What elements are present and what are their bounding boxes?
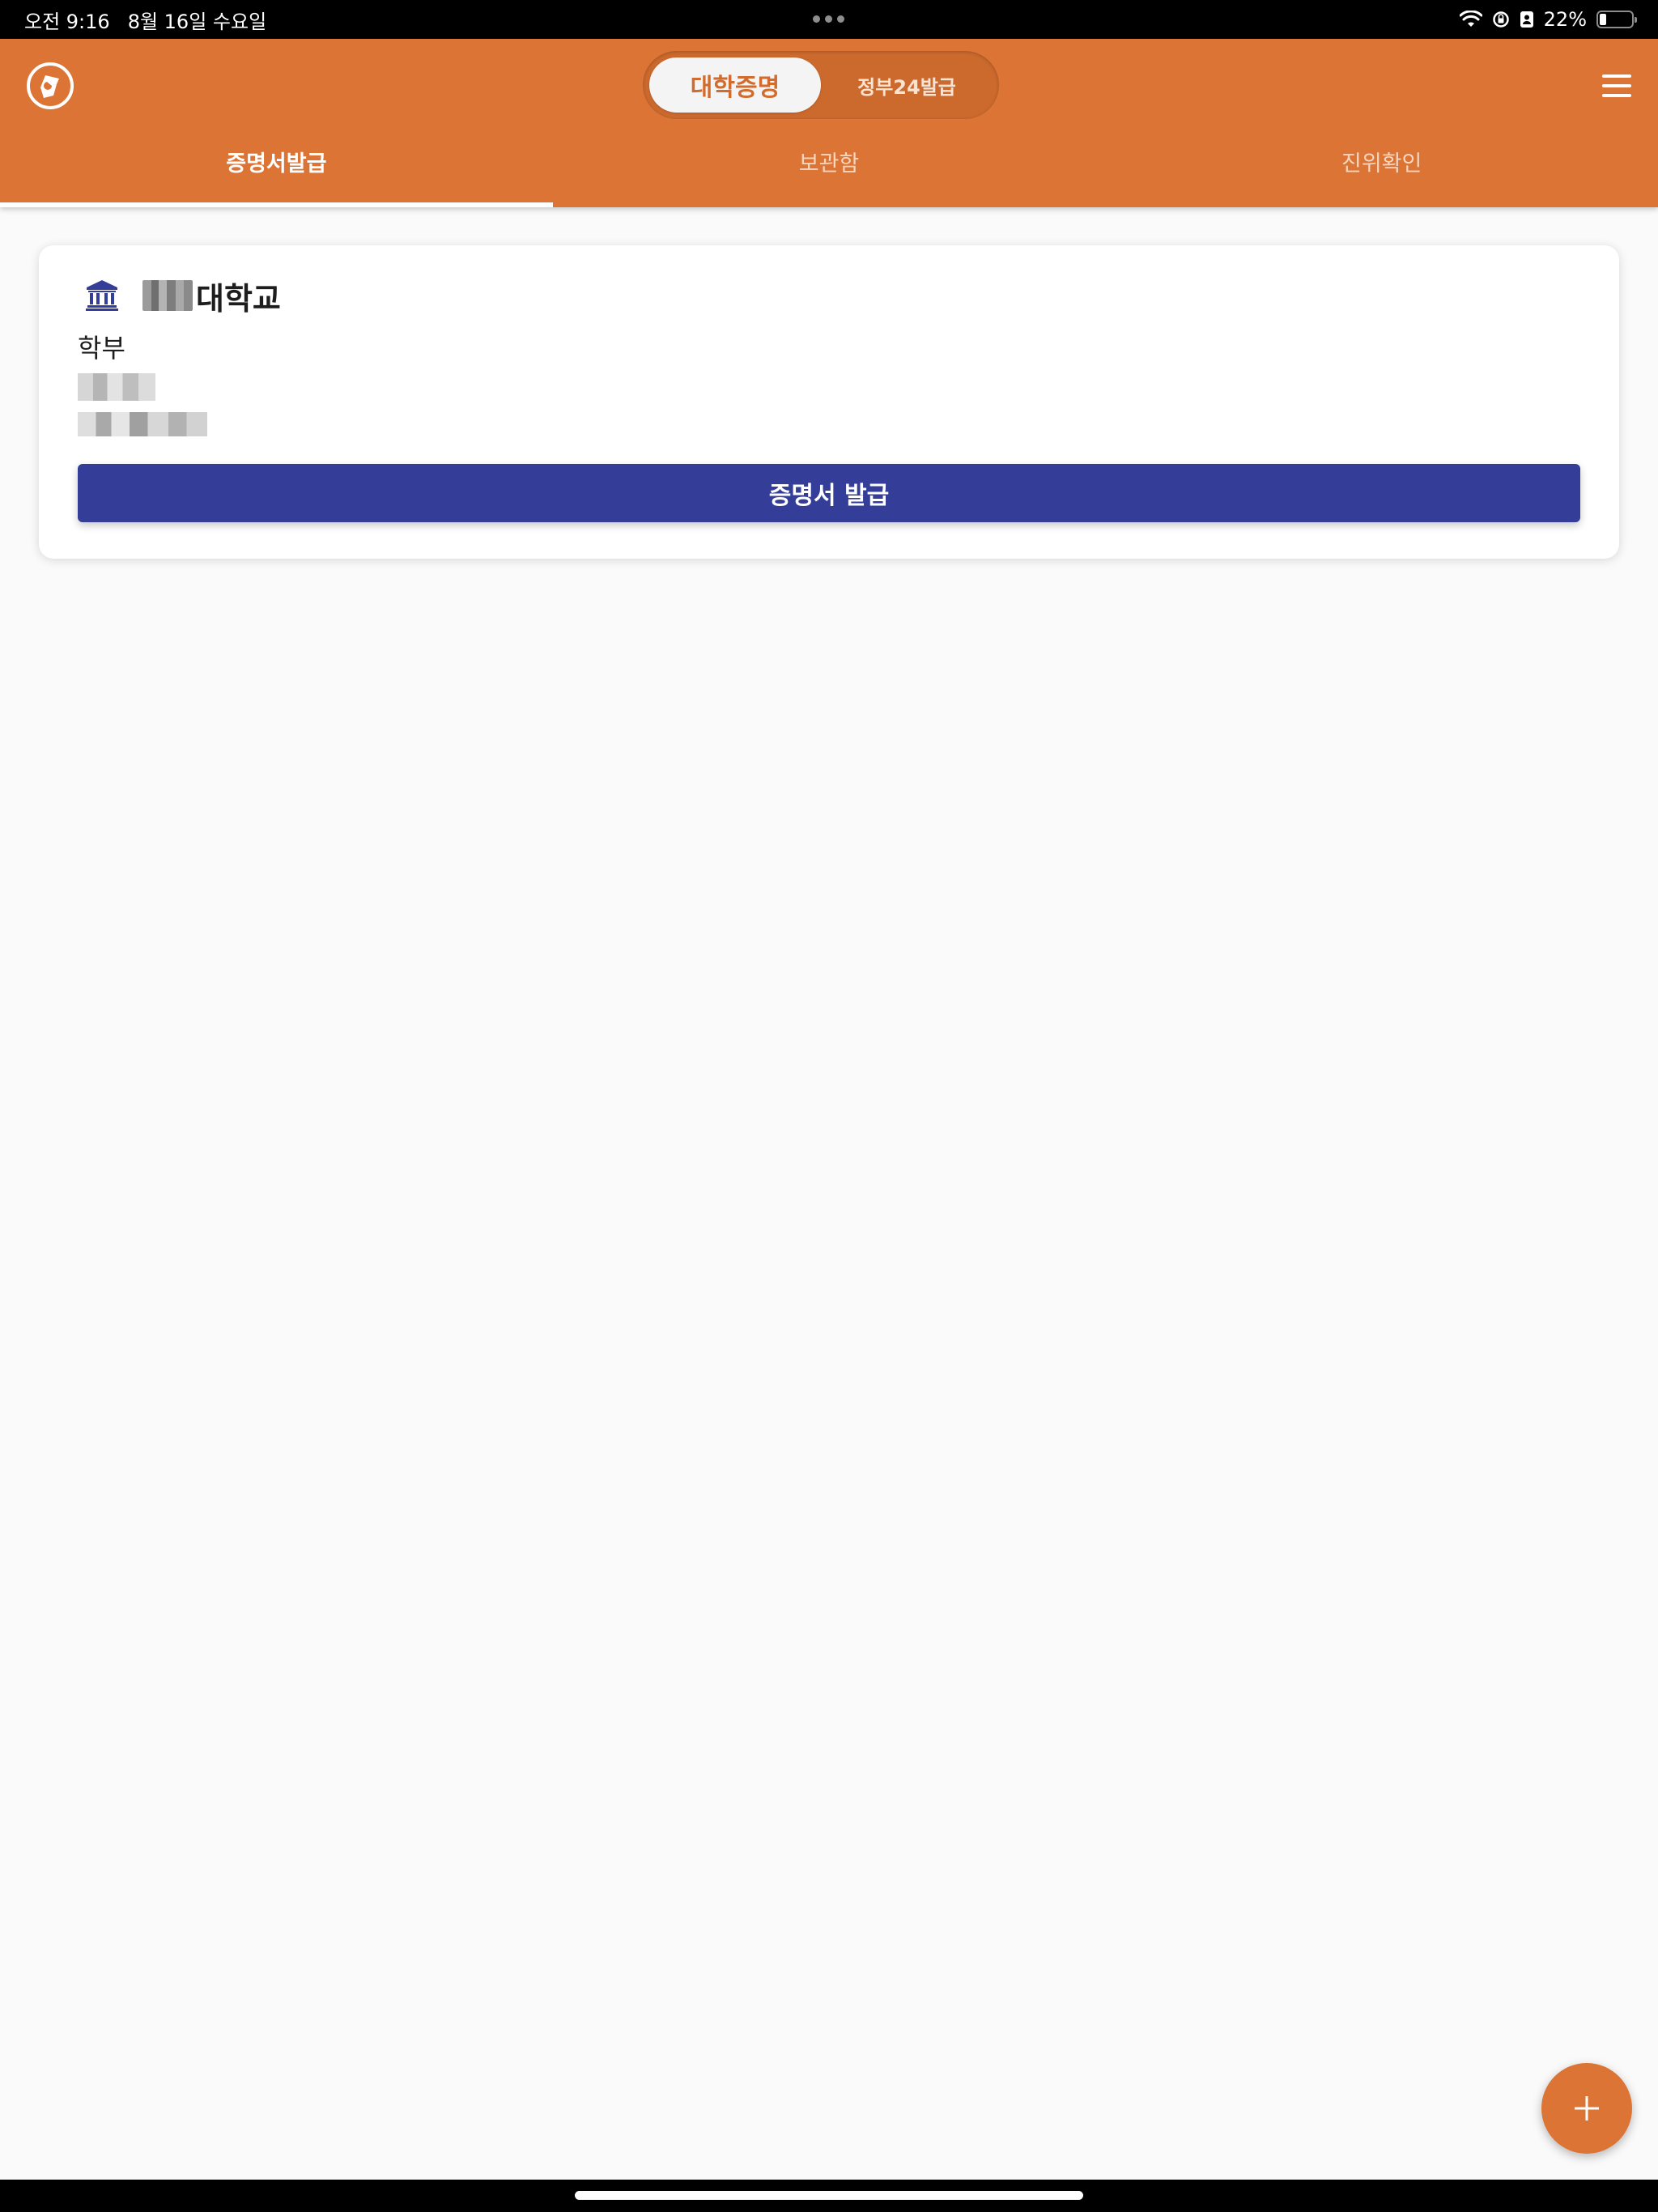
service-switch: 대학증명 정부24발급	[643, 51, 999, 119]
multitasking-dots-icon[interactable]	[813, 15, 844, 23]
issue-certificate-button[interactable]: 증명서 발급	[78, 464, 1580, 522]
app-header: 대학증명 정부24발급 증명서발급 보관함 진위확인	[0, 39, 1658, 207]
app-screen: 오전 9:16 8월 16일 수요일 22% 대학증명 정부24발급 증명서발급…	[0, 0, 1658, 2212]
segment-university-cert[interactable]: 대학증명	[649, 57, 821, 113]
tab-issue-cert[interactable]: 증명서발급	[0, 133, 553, 207]
student-info-redacted-2	[78, 412, 207, 436]
app-logo-icon[interactable]	[24, 60, 76, 112]
status-time: 오전 9:16	[24, 10, 110, 33]
orientation-lock-icon	[1492, 11, 1509, 28]
plus-icon	[1575, 2096, 1599, 2121]
contact-card-icon	[1520, 11, 1533, 28]
add-button[interactable]	[1541, 2063, 1632, 2154]
status-bar: 오전 9:16 8월 16일 수요일 22%	[0, 0, 1658, 39]
battery-fill	[1600, 14, 1606, 25]
card-header: 대학교	[84, 276, 281, 317]
university-name-suffix: 대학교	[196, 280, 281, 317]
battery-icon	[1596, 11, 1637, 28]
hamburger-menu-icon[interactable]	[1602, 71, 1636, 100]
home-indicator[interactable]	[575, 2191, 1083, 2200]
battery-percent: 22%	[1543, 8, 1587, 31]
student-info-redacted-1	[78, 373, 155, 401]
home-area	[0, 2180, 1658, 2212]
university-building-icon	[86, 280, 118, 311]
tab-verify[interactable]: 진위확인	[1105, 133, 1658, 207]
university-card: 대학교 학부 증명서 발급	[39, 245, 1619, 559]
department-label: 학부	[78, 333, 125, 364]
status-right: 22%	[1459, 8, 1637, 31]
tab-storage[interactable]: 보관함	[553, 133, 1106, 207]
university-name-redacted	[142, 280, 193, 311]
segment-gov24[interactable]: 정부24발급	[821, 57, 993, 113]
wifi-icon	[1459, 11, 1482, 27]
status-left: 오전 9:16 8월 16일 수요일	[24, 6, 266, 34]
tab-bar: 증명서발급 보관함 진위확인	[0, 133, 1658, 207]
tab-active-indicator	[0, 202, 553, 207]
status-date: 8월 16일 수요일	[127, 10, 267, 33]
